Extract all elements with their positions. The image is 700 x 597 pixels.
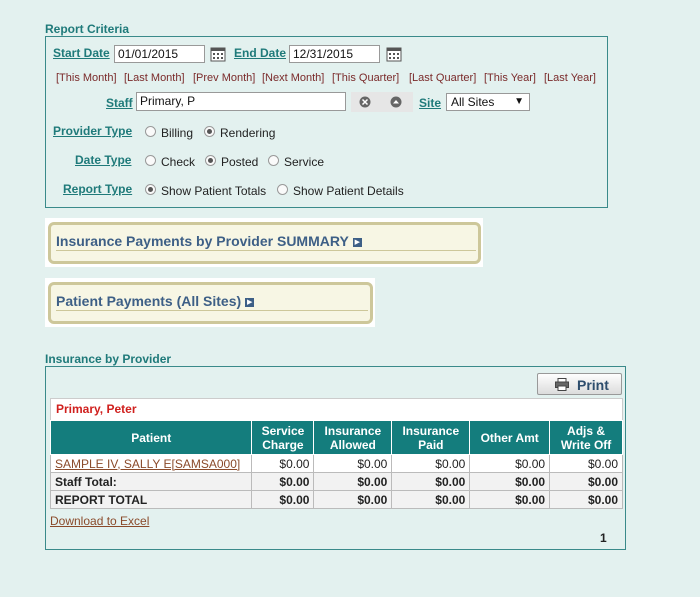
quick-last-year[interactable]: [Last Year] [544, 72, 596, 84]
col-service-charge: Service Charge [251, 420, 315, 455]
end-date-label[interactable]: End Date [234, 46, 286, 60]
staff-dropdown-icon[interactable] [390, 96, 402, 108]
report-criteria-box: Start Date 01/01/2015 End Date 12/31/201… [45, 36, 608, 208]
print-button[interactable]: Print [537, 373, 622, 395]
start-date-label[interactable]: Start Date [53, 46, 110, 60]
provider-type-rendering-label: Rendering [220, 126, 276, 140]
insurance-by-provider-title: Insurance by Provider [45, 352, 172, 366]
insurance-summary-title[interactable]: Insurance Payments by Provider SUMMARY ▶ [56, 233, 362, 249]
report-total-label: REPORT TOTAL [49, 490, 253, 509]
table-row: SAMPLE IV, SALLY E[SAMSA000] $0.00 $0.00… [49, 454, 623, 473]
quick-last-month[interactable]: [Last Month] [124, 72, 185, 84]
staff-input[interactable]: Primary, P [136, 92, 346, 111]
site-select[interactable]: All Sites ▼ [446, 93, 530, 111]
provider-name: Primary, Peter [56, 402, 137, 416]
cell-insurance-paid: $0.00 [391, 472, 471, 491]
report-criteria-title: Report Criteria [45, 22, 130, 36]
date-type-label: Date Type [75, 153, 132, 167]
report-total-row: REPORT TOTAL $0.00 $0.00 $0.00 $0.00 $0.… [49, 490, 623, 509]
quick-this-year[interactable]: [This Year] [484, 72, 536, 84]
col-patient: Patient [49, 420, 253, 455]
cell-service-charge: $0.00 [251, 472, 315, 491]
cell-insurance-allowed: $0.00 [313, 454, 393, 473]
patient-payments-panel[interactable]: Patient Payments (All Sites) ▶ [48, 282, 373, 324]
download-excel-link[interactable]: Download to Excel [50, 514, 149, 528]
quick-this-quarter[interactable]: [This Quarter] [332, 72, 399, 84]
cell-insurance-allowed: $0.00 [313, 472, 393, 491]
cell-other-amt: $0.00 [469, 490, 551, 509]
date-type-check-label: Check [161, 155, 196, 169]
cell-service-charge: $0.00 [251, 454, 315, 473]
start-date-input[interactable]: 01/01/2015 [114, 45, 205, 63]
provider-type-billing-label: Billing [161, 126, 194, 140]
cell-insurance-paid: $0.00 [391, 490, 471, 509]
expand-arrow-icon[interactable]: ▶ [352, 237, 362, 247]
quick-this-month[interactable]: [This Month] [56, 72, 117, 84]
staff-total-label: Staff Total: [49, 472, 253, 491]
cell-service-charge: $0.00 [251, 490, 315, 509]
end-date-calendar-icon[interactable] [386, 46, 402, 62]
site-select-value: All Sites [451, 95, 495, 109]
col-adjs-write-off: Adjs & Write Off [549, 420, 623, 455]
cell-adjs-write-off: $0.00 [549, 472, 623, 491]
expand-arrow-icon[interactable]: ▶ [245, 297, 255, 307]
col-insurance-allowed: Insurance Allowed [313, 420, 393, 455]
date-type-check-radio[interactable] [145, 155, 156, 166]
provider-type-billing-radio[interactable] [145, 126, 156, 137]
cell-insurance-paid: $0.00 [391, 454, 471, 473]
insurance-summary-panel[interactable]: Insurance Payments by Provider SUMMARY ▶ [48, 222, 481, 264]
report-type-details-label: Show Patient Details [293, 184, 404, 198]
table-header-row: Patient Service Charge Insurance Allowed… [49, 420, 623, 455]
date-type-service-label: Service [284, 155, 325, 169]
col-insurance-paid: Insurance Paid [391, 420, 471, 455]
report-type-details-radio[interactable] [277, 184, 288, 195]
date-type-service-radio[interactable] [268, 155, 279, 166]
quick-last-quarter[interactable]: [Last Quarter] [409, 72, 476, 84]
patient-payments-panel-wrap: Patient Payments (All Sites) ▶ [45, 278, 375, 327]
insurance-by-provider-box: Print Primary, Peter Patient Service Cha… [45, 366, 626, 550]
quick-prev-month[interactable]: [Prev Month] [193, 72, 255, 84]
panel-divider [56, 250, 476, 251]
quick-next-month[interactable]: [Next Month] [262, 72, 324, 84]
provider-row: Primary, Peter [50, 398, 623, 421]
site-label[interactable]: Site [419, 96, 441, 110]
report-type-totals-label: Show Patient Totals [161, 184, 267, 198]
insurance-table: Patient Service Charge Insurance Allowed… [49, 420, 623, 509]
cell-insurance-allowed: $0.00 [313, 490, 393, 509]
end-date-input[interactable]: 12/31/2015 [289, 45, 380, 63]
patient-link[interactable]: SAMPLE IV, SALLY E[SAMSA000] [49, 454, 253, 473]
staff-total-row: Staff Total: $0.00 $0.00 $0.00 $0.00 $0.… [49, 472, 623, 491]
report-type-totals-radio[interactable] [145, 184, 156, 195]
report-type-label: Report Type [63, 182, 133, 196]
patient-payments-title[interactable]: Patient Payments (All Sites) ▶ [56, 293, 255, 309]
provider-type-label: Provider Type [53, 124, 133, 138]
chevron-down-icon: ▼ [514, 96, 524, 107]
col-other-amt: Other Amt [469, 420, 551, 455]
cell-other-amt: $0.00 [469, 472, 551, 491]
cell-adjs-write-off: $0.00 [549, 454, 623, 473]
start-date-calendar-icon[interactable] [210, 46, 226, 62]
page-number[interactable]: 1 [600, 531, 607, 545]
clear-staff-icon[interactable] [359, 96, 371, 108]
date-type-posted-label: Posted [221, 155, 259, 169]
date-type-posted-radio[interactable] [205, 155, 216, 166]
cell-adjs-write-off: $0.00 [549, 490, 623, 509]
provider-type-rendering-radio[interactable] [204, 126, 215, 137]
insurance-summary-panel-wrap: Insurance Payments by Provider SUMMARY ▶ [45, 218, 483, 267]
panel-divider [56, 310, 368, 311]
printer-icon [555, 378, 569, 391]
staff-label[interactable]: Staff [106, 96, 133, 110]
cell-other-amt: $0.00 [469, 454, 551, 473]
